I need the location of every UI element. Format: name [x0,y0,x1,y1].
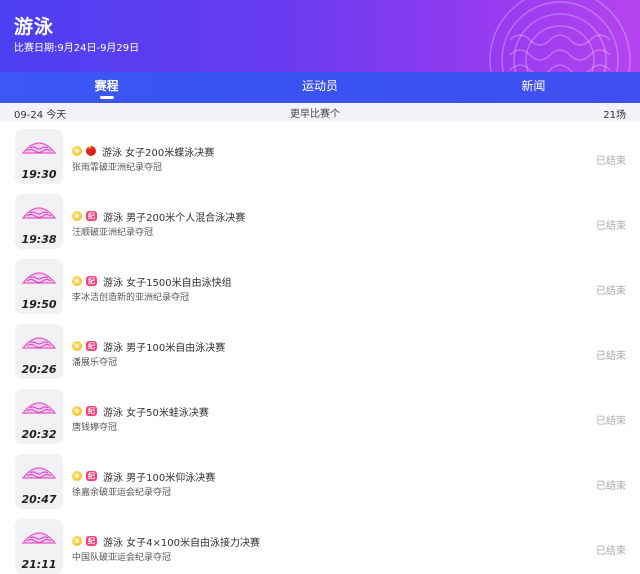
event-result: 徐嘉余破亚运会纪录夺冠 [72,488,172,498]
event-title: 游泳 女子200米蝶泳决赛 [102,147,215,159]
event-thumbnail: 20:32 [15,389,63,444]
gold-medal-icon [72,211,82,221]
status-badge: 已结束 [596,286,626,297]
event-thumbnail: 19:38 [15,194,63,249]
tab-bar: 赛程 运动员 新闻 [0,72,640,103]
list-item[interactable]: 20:26 纪 游泳 男子100米自由泳决赛 潘展乐夺冠 已结束 [0,320,640,385]
current-date: 09-24 今天 [14,110,67,121]
list-item[interactable]: 19:38 纪 游泳 男子200米个人混合泳决赛 汪顺破亚洲纪录夺冠 已结束 [0,190,640,255]
china-flag-icon [86,146,96,156]
earlier-matches-button[interactable]: 更早比赛个 [290,105,340,120]
event-thumbnail: 21:11 [15,519,63,574]
event-thumbnail: 20:47 [15,454,63,509]
page-title: 游泳 [14,16,55,38]
tab-news[interactable]: 新闻 [427,72,640,103]
asian-games-logo-icon [21,467,57,479]
event-time: 20:26 [21,363,57,376]
asian-games-logo-icon [21,532,57,544]
event-time: 21:11 [21,558,57,571]
event-time: 19:50 [21,298,57,311]
gold-medal-icon [72,536,82,546]
record-icon: 纪 [86,471,97,481]
event-time: 20:32 [21,428,57,441]
match-count: 21场 [603,110,626,121]
event-title: 游泳 男子100米自由泳决赛 [103,342,226,354]
status-badge: 已结束 [596,351,626,362]
event-result: 唐钱婷夺冠 [72,423,118,433]
gold-medal-icon [72,471,82,481]
event-result: 李冰洁创造新的亚洲纪录夺冠 [72,293,190,303]
tab-schedule[interactable]: 赛程 [0,72,213,103]
asian-games-logo-icon [21,207,57,219]
list-item[interactable]: 20:32 纪 游泳 女子50米蛙泳决赛 唐钱婷夺冠 已结束 [0,385,640,450]
event-time: 19:30 [21,168,57,181]
asian-games-logo-icon [21,142,57,154]
event-thumbnail: 20:26 [15,324,63,379]
gold-medal-icon [72,341,82,351]
status-badge: 已结束 [596,546,626,557]
event-result: 中国队破亚运会纪录夺冠 [72,553,172,563]
event-thumbnail: 19:30 [15,129,63,184]
status-badge: 已结束 [596,156,626,167]
status-badge: 已结束 [596,416,626,427]
event-time: 19:38 [21,233,57,246]
status-badge: 已结束 [596,221,626,232]
event-title: 游泳 男子200米个人混合泳决赛 [103,212,246,224]
event-result: 潘展乐夺冠 [72,358,118,368]
list-item[interactable]: 20:47 纪 游泳 男子100米仰泳决赛 徐嘉余破亚运会纪录夺冠 已结束 [0,450,640,515]
tab-athletes[interactable]: 运动员 [213,72,426,103]
event-list: 19:30 游泳 女子200米蝶泳决赛 张雨霏破亚洲纪录夺冠 已结束 19:38… [0,125,640,574]
list-item[interactable]: 19:50 纪 游泳 女子1500米自由泳快组 李冰洁创造新的亚洲纪录夺冠 已结… [0,255,640,320]
date-bar: 09-24 今天 更早比赛个 21场 [0,103,640,121]
record-icon: 纪 [86,211,97,221]
record-icon: 纪 [86,341,97,351]
event-title: 游泳 女子4×100米自由泳接力决赛 [103,537,261,549]
event-result: 汪顺破亚洲纪录夺冠 [72,228,154,238]
gold-medal-icon [72,146,82,156]
event-thumbnail: 19:50 [15,259,63,314]
event-title: 游泳 女子50米蛙泳决赛 [103,407,209,419]
asian-games-logo-icon [21,402,57,414]
asian-games-logo-icon [21,337,57,349]
list-item[interactable]: 21:11 纪 游泳 女子4×100米自由泳接力决赛 中国队破亚运会纪录夺冠 已… [0,515,640,574]
event-header: 游泳 比赛日期:9月24日-9月29日 [0,0,640,72]
status-badge: 已结束 [596,481,626,492]
decorative-pattern-icon [489,0,631,72]
event-result: 张雨霏破亚洲纪录夺冠 [72,163,163,173]
asian-games-logo-icon [21,272,57,284]
event-title: 游泳 女子1500米自由泳快组 [103,277,232,289]
record-icon: 纪 [86,276,97,286]
record-icon: 纪 [86,536,97,546]
event-date-range: 比赛日期:9月24日-9月29日 [14,43,140,54]
list-item[interactable]: 19:30 游泳 女子200米蝶泳决赛 张雨霏破亚洲纪录夺冠 已结束 [0,125,640,190]
record-icon: 纪 [86,406,97,416]
event-time: 20:47 [21,493,57,506]
gold-medal-icon [72,276,82,286]
event-title: 游泳 男子100米仰泳决赛 [103,472,216,484]
gold-medal-icon [72,406,82,416]
